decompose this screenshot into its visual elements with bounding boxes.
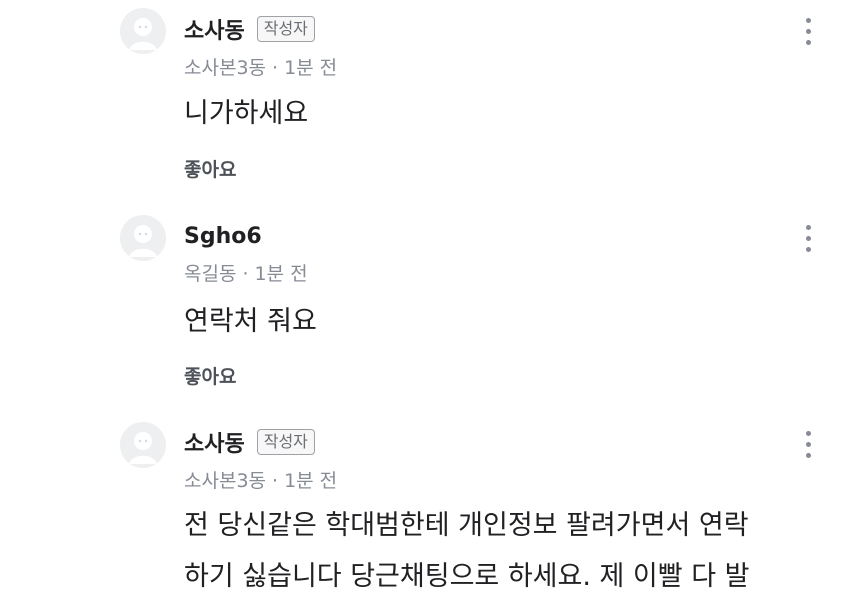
meta-separator: · (272, 470, 279, 492)
author-location: 소사본3동 (184, 470, 267, 492)
comment-list: 소사동 작성자 소사본3동 · 1분 전 니가하세요 좋아요 Sgho6 옥길동… (0, 0, 850, 600)
author-badge: 작성자 (256, 429, 315, 455)
comment-meta: 소사본3동 · 1분 전 (184, 469, 337, 493)
comment-item: 소사동 작성자 소사본3동 · 1분 전 전 당신같은 학대범한테 개인정보 팔려가… (0, 0, 850, 600)
author-name[interactable]: 소사동 (184, 426, 245, 458)
comment-text-line: 전 당신같은 학대범한테 개인정보 팔려가면서 연락 (184, 510, 749, 541)
more-vertical-icon[interactable] (796, 424, 820, 464)
comment-time: 1분 전 (284, 470, 338, 492)
comment-text-line: 하기 싫습니다 당근채팅으로 하세요. 제 이빨 다 발 (184, 561, 750, 592)
comment-body: 전 당신같은 학대범한테 개인정보 팔려가면서 연락 하기 싫습니다 당근채팅으… (184, 500, 749, 600)
default-profile-icon[interactable] (120, 422, 166, 468)
